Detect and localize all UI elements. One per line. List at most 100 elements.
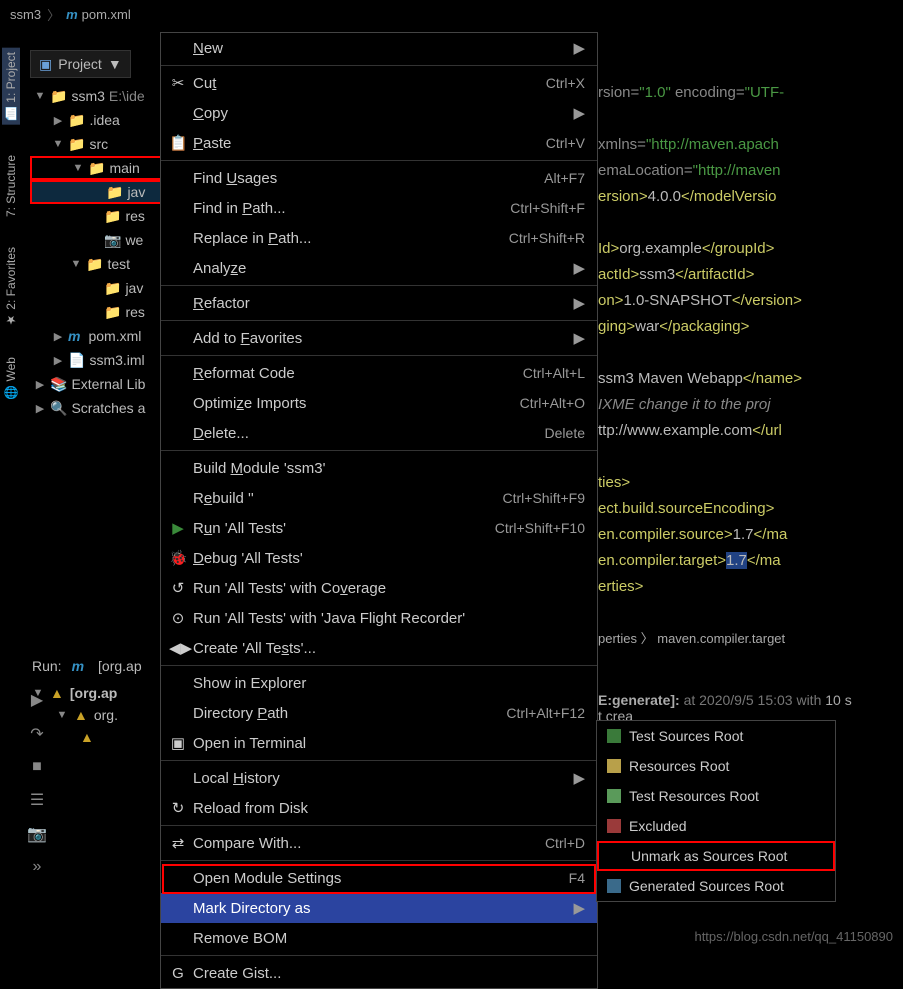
camera-icon[interactable]: 📷 [27,824,47,844]
menu-item-reformat-code[interactable]: Reformat CodeCtrl+Alt+L [161,358,597,388]
breadcrumb-root[interactable]: ssm3 [10,7,41,22]
menu-item-add-to-favorites[interactable]: Add to Favorites▶ [161,323,597,353]
menu-item-run-all-tests-[interactable]: ▶Run 'All Tests'Ctrl+Shift+F10 [161,513,597,543]
run-tab[interactable]: [org.ap [98,658,142,674]
expand-icon[interactable]: ▶ [52,114,64,127]
expand-icon[interactable]: ▼ [52,138,64,150]
menu-shortcut: Ctrl+Shift+R [509,230,585,246]
submenu-item-resources-root[interactable]: Resources Root [597,751,835,781]
menu-item-mark-directory-as[interactable]: Mark Directory as▶ [161,893,597,923]
menu-item-find-usages[interactable]: Find UsagesAlt+F7 [161,163,597,193]
submenu-label: Resources Root [629,758,729,774]
folder-icon: 📷 [104,232,121,249]
expand-icon[interactable]: ▶ [52,330,64,343]
stop-icon[interactable]: ■ [32,758,42,776]
editor-breadcrumb[interactable]: perties 〉 maven.compiler.target [598,628,785,647]
menu-item-local-history[interactable]: Local History▶ [161,763,597,793]
submenu-item-unmark-as-sources-root[interactable]: Unmark as Sources Root [597,841,835,871]
code-line: actId>ssm3</artifactId> [598,262,903,288]
expand-icon[interactable]: ▼ [70,258,82,270]
left-tool-rail: 📄 1: Project 7: Structure ★ 2: Favorites 🌐 … [0,28,22,399]
breadcrumb-file[interactable]: pom.xml [82,7,131,22]
dropdown-arrow-icon: ▼ [108,56,122,72]
menu-item-reload-from-disk[interactable]: ↻Reload from Disk [161,793,597,823]
menu-item-create-gist-[interactable]: GCreate Gist... [161,958,597,988]
submenu-arrow-icon: ▶ [573,259,585,277]
menu-item-create-all-tests-[interactable]: ◀▶Create 'All Tests'... [161,633,597,663]
rail-web[interactable]: 🌐 Web [4,357,18,399]
rail-structure[interactable]: 7: Structure [4,155,18,217]
menu-label: Directory Path [193,705,288,722]
menu-item-run-all-tests-with-coverage[interactable]: ↺Run 'All Tests' with Coverage [161,573,597,603]
tree-label: src [89,136,108,152]
submenu-label: Unmark as Sources Root [631,848,787,864]
submenu-label: Test Sources Root [629,728,743,744]
rail-favorites[interactable]: ★ 2: Favorites [4,247,18,327]
menu-item-copy[interactable]: Copy▶ [161,98,597,128]
mark-directory-submenu[interactable]: Test Sources Root Resources Root Test Reso… [596,720,836,902]
menu-item-rebuild-default-[interactable]: Rebuild ''Ctrl+Shift+F9 [161,483,597,513]
submenu-item-test-resources-root[interactable]: Test Resources Root [597,781,835,811]
menu-item-find-in-path-[interactable]: Find in Path...Ctrl+Shift+F [161,193,597,223]
submenu-item-test-sources-root[interactable]: Test Sources Root [597,721,835,751]
submenu-item-generated-sources-root[interactable]: Generated Sources Root [597,871,835,901]
expand-icon[interactable]: ▶ [34,402,46,415]
rail-project[interactable]: 📄 1: Project [2,48,20,125]
menu-item-debug-all-tests-[interactable]: 🐞Debug 'All Tests' [161,543,597,573]
menu-item-optimize-imports[interactable]: Optimize ImportsCtrl+Alt+O [161,388,597,418]
folder-icon: 📁 [104,304,121,321]
menu-label: Refactor [193,295,250,312]
menu-item-open-in-terminal[interactable]: ▣Open in Terminal [161,728,597,758]
expand-icon[interactable]: ▼ [34,90,46,102]
code-line: ging>war</packaging> [598,314,903,340]
menu-item-remove-bom[interactable]: Remove BOM [161,923,597,953]
folder-mark-icon [607,819,621,833]
menu-item-delete-[interactable]: Delete...Delete [161,418,597,448]
filter-icon[interactable]: ☰ [30,790,44,810]
code-line: ssm3 Maven Webapp</name> [598,366,903,392]
expand-icon[interactable]: ▶ [34,378,46,391]
menu-shortcut: Ctrl+Shift+F10 [495,520,585,536]
tree-label: External Lib [71,376,145,392]
menu-item-cut[interactable]: ✂CutCtrl+X [161,68,597,98]
menu-shortcut: Ctrl+D [545,835,585,851]
expand-icon[interactable]: ▶ [52,354,64,367]
expand-icon[interactable]: ▼ [72,162,84,174]
menu-item-refactor[interactable]: Refactor▶ [161,288,597,318]
menu-item-run-all-tests-with-java-flight-recorder-[interactable]: ⊙Run 'All Tests' with 'Java Flight Recor… [161,603,597,633]
menu-item-compare-with-[interactable]: ⇄Compare With...Ctrl+D [161,828,597,858]
submenu-arrow-icon: ▶ [573,329,585,347]
menu-item-paste[interactable]: 📋PasteCtrl+V [161,128,597,158]
editor[interactable]: rsion="1.0" encoding="UTF-xmlns="http://… [598,80,903,600]
menu-label: Delete... [193,425,249,442]
submenu-arrow-icon: ▶ [573,39,585,57]
context-menu[interactable]: New▶ ✂CutCtrl+XCopy▶📋PasteCtrl+V Find Usag… [160,32,598,989]
tree-label: .idea [89,112,119,128]
menu-label: Remove BOM [193,930,287,947]
menu-item-analyze[interactable]: Analyze▶ [161,253,597,283]
code-line: erties> [598,574,903,600]
maven-icon: m [72,658,84,674]
menu-label: Build Module 'ssm3' [193,460,325,477]
menu-item-show-in-explorer[interactable]: Show in Explorer [161,668,597,698]
menu-icon: ◀▶ [169,639,187,657]
watermark: https://blog.csdn.net/qq_41150890 [694,929,893,944]
menu-item-new[interactable]: New▶ [161,33,597,63]
project-toolwindow-header[interactable]: ▣ Project ▼ [30,50,131,78]
step-icon[interactable]: ↷ [30,724,43,744]
menu-item-open-module-settings[interactable]: Open Module SettingsF4 [161,863,597,893]
menu-item-build-module-ssm3-[interactable]: Build Module 'ssm3' [161,453,597,483]
menu-separator [161,65,597,66]
folder-mark-icon [607,729,621,743]
run-duration: 10 s [825,692,851,708]
folder-icon: 📁 [86,256,103,273]
breadcrumb: ssm3 〉 m pom.xml [0,0,903,28]
submenu-item-excluded[interactable]: Excluded [597,811,835,841]
menu-item-replace-in-path-[interactable]: Replace in Path...Ctrl+Shift+R [161,223,597,253]
more-icon[interactable]: » [33,858,42,876]
menu-shortcut: Ctrl+Shift+F9 [503,490,585,506]
menu-item-directory-path[interactable]: Directory PathCtrl+Alt+F12 [161,698,597,728]
code-line: xmlns="http://maven.apach [598,132,903,158]
menu-shortcut: Ctrl+Alt+L [523,365,585,381]
run-icon[interactable]: ▶ [31,690,43,710]
